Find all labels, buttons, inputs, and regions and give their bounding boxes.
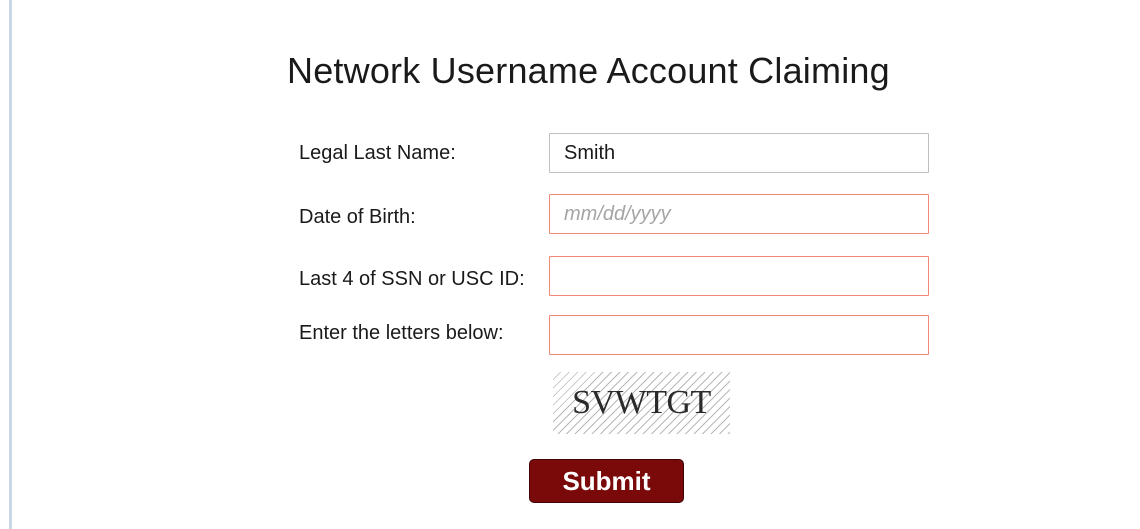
left-divider bbox=[9, 0, 12, 529]
page-title: Network Username Account Claiming bbox=[287, 50, 890, 91]
captcha-input-label: Enter the letters below: bbox=[299, 322, 504, 344]
captcha-image: SVWTGT bbox=[553, 372, 730, 434]
last-name-label: Legal Last Name: bbox=[299, 142, 456, 164]
ssn-label: Last 4 of SSN or USC ID: bbox=[299, 268, 525, 290]
dob-field[interactable] bbox=[549, 194, 929, 234]
submit-button[interactable]: Submit bbox=[529, 459, 684, 503]
dob-label: Date of Birth: bbox=[299, 206, 416, 228]
last-name-field[interactable] bbox=[549, 133, 929, 173]
page: Network Username Account Claiming Legal … bbox=[0, 0, 1140, 529]
ssn-field[interactable] bbox=[549, 256, 929, 296]
captcha-field[interactable] bbox=[549, 315, 929, 355]
captcha-text: SVWTGT bbox=[572, 384, 711, 421]
